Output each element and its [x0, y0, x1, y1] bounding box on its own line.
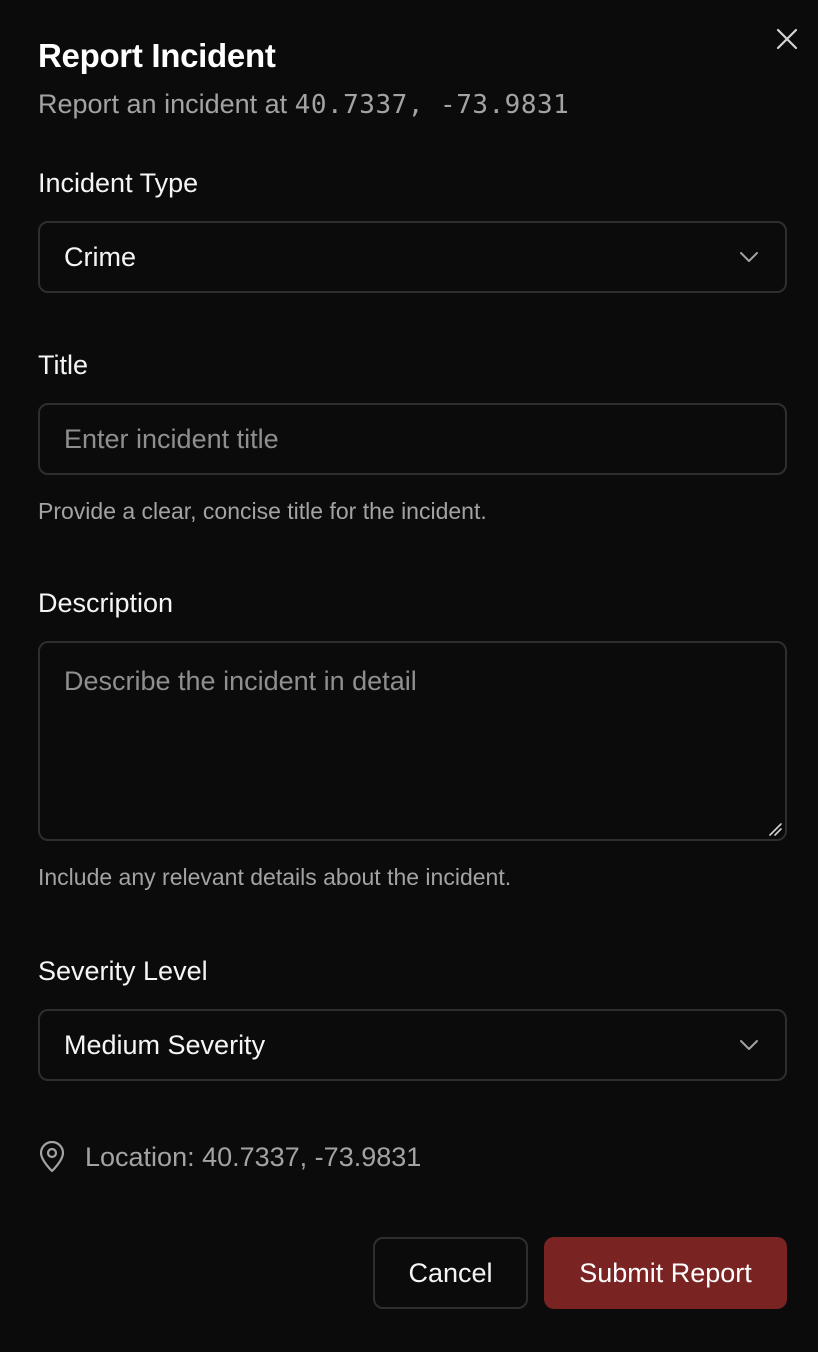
close-button[interactable] — [774, 26, 800, 52]
chevron-down-icon — [740, 1040, 758, 1050]
cancel-button[interactable]: Cancel — [373, 1237, 528, 1309]
report-incident-dialog: Report Incident Report an incident at 40… — [0, 0, 818, 1352]
dialog-actions: Cancel Submit Report — [373, 1237, 787, 1309]
location-text: Location: 40.7337, -73.9831 — [85, 1141, 422, 1172]
severity-value: Medium Severity — [64, 1029, 266, 1060]
severity-label: Severity Level — [38, 956, 208, 986]
incident-type-select[interactable]: Crime — [38, 221, 787, 293]
subtitle-coordinates: 40.7337, -73.9831 — [294, 90, 570, 120]
subtitle-prefix: Report an incident at — [38, 89, 295, 119]
title-label: Title — [38, 350, 89, 380]
incident-type-label: Incident Type — [38, 168, 199, 198]
dialog-subtitle: Report an incident at 40.7337, -73.9831 — [38, 88, 787, 121]
submit-report-button[interactable]: Submit Report — [544, 1237, 787, 1309]
resize-handle-icon[interactable] — [768, 822, 782, 836]
title-hint: Provide a clear, concise title for the i… — [38, 498, 487, 524]
close-icon — [776, 28, 798, 50]
map-pin-icon — [38, 1141, 68, 1173]
chevron-down-icon — [740, 252, 758, 262]
title-field — [38, 403, 787, 475]
description-field — [38, 641, 787, 841]
description-hint: Include any relevant details about the i… — [38, 864, 512, 890]
title-input[interactable] — [64, 423, 761, 455]
location-row: Location: 40.7337, -73.9831 — [38, 1141, 787, 1173]
incident-type-value: Crime — [64, 241, 136, 272]
description-textarea[interactable] — [40, 643, 785, 839]
dialog-title: Report Incident — [38, 37, 276, 74]
severity-select[interactable]: Medium Severity — [38, 1009, 787, 1081]
description-label: Description — [38, 588, 174, 618]
